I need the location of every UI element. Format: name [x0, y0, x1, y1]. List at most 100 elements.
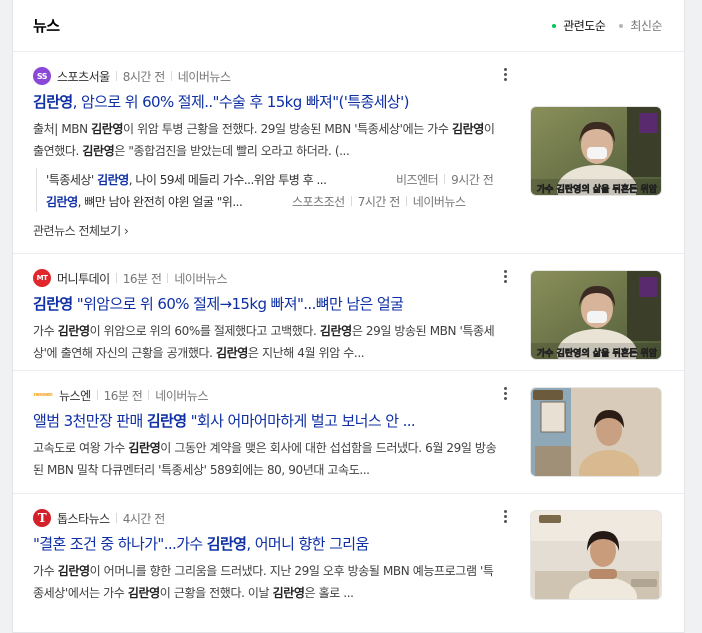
news-item: MT 머니투데이 16분 전 네이버뉴스 김란영 "위암으로 위 60% 절제→…: [13, 254, 684, 371]
title-highlight: 김란영: [206, 535, 247, 553]
related-title-highlight: 김란영: [97, 172, 129, 187]
naver-news-link[interactable]: 네이버뉴스: [174, 270, 227, 287]
press-info: MT 머니투데이 16분 전 네이버뉴스: [33, 268, 513, 288]
related-title-highlight: 김란영: [46, 194, 78, 209]
press-name[interactable]: 톱스타뉴스: [57, 510, 110, 527]
title-text: "회사 어마어마하게 벌고 보너스 안 ...: [186, 412, 416, 430]
section-title: 뉴스: [33, 17, 60, 35]
related-press-name[interactable]: 비즈엔터: [396, 171, 439, 188]
article-time: 8시간 전: [122, 69, 166, 84]
article-title-link[interactable]: "결혼 조건 중 하나가"...가수 김란영, 어머니 향한 그리움: [33, 534, 503, 554]
press-info: SS 스포츠서울 8시간 전 네이버뉴스: [33, 66, 513, 86]
desc-text: 출처| MBN: [33, 122, 92, 136]
desc-text: 이 위암으로 위의 60%를 절제했다고 고백했다.: [89, 324, 320, 338]
desc-text: 은 "종합검진을 받았는데 빨리 오라고 하더라. (...: [114, 144, 350, 158]
thumbnail-image: 가수 김란영의 삶을 뒤흔든 위암: [531, 107, 661, 195]
article-thumbnail[interactable]: [530, 387, 662, 477]
desc-highlight: 김란영: [57, 324, 90, 338]
related-news-item: 김란영, 뼈만 남아 완전히 야윈 얼굴 "위... 스포츠조선 7시간 전 네…: [46, 190, 513, 212]
news-item: newsen 뉴스엔 16분 전 네이버뉴스 앨범 3천만장 판매 김란영 "회…: [13, 371, 684, 494]
naver-news-link[interactable]: 네이버뉴스: [413, 193, 466, 210]
thumbnail-image: 가수 김란영의 삶을 뒤흔든 위암: [531, 271, 661, 359]
sort-latest-option[interactable]: 최신순: [619, 17, 662, 34]
desc-highlight: 김란영: [451, 122, 484, 136]
press-info: T 톱스타뉴스 4시간 전: [33, 508, 513, 528]
desc-highlight: 김란영: [319, 324, 352, 338]
desc-highlight: 김란영: [127, 586, 160, 600]
title-text: "결혼 조건 중 하나가"...가수: [33, 535, 207, 553]
naver-news-link[interactable]: 네이버뉴스: [178, 68, 231, 85]
all-related-news-link[interactable]: 관련뉴스 전체보기 ›: [33, 218, 513, 242]
article-title-link[interactable]: 김란영, 암으로 위 60% 절제.."수술 후 15kg 빠져"('특종세상'…: [33, 92, 503, 112]
article-time: 16분 전: [122, 271, 162, 286]
press-name[interactable]: 머니투데이: [57, 270, 110, 287]
sort-options: 관련도순 최신순: [552, 17, 662, 34]
news-panel: 뉴스 관련도순 최신순 SS 스포츠서울 8시간 전 네이버뉴스 김란영, 암으…: [12, 0, 685, 633]
article-time: 4시간 전: [122, 511, 166, 526]
related-press-name[interactable]: 스포츠조선: [292, 193, 345, 210]
related-title-text: '특종세상': [46, 172, 98, 187]
desc-text: 가수: [33, 564, 58, 578]
press-info: newsen 뉴스엔 16분 전 네이버뉴스: [33, 385, 513, 405]
article-time: 16분 전: [103, 388, 143, 403]
related-news-item: '특종세상' 김란영, 나이 59세 메들리 가수...위암 투병 후 ... …: [46, 168, 513, 190]
article-description[interactable]: 가수 김란영이 위암으로 위의 60%를 절제했다고 고백했다. 김란영은 29…: [33, 320, 503, 364]
related-time: 9시간 전: [451, 172, 494, 187]
article-title-link[interactable]: 앨범 3천만장 판매 김란영 "회사 어마어마하게 벌고 보너스 안 ...: [33, 411, 503, 431]
related-title-text: , 뼈만 남아 완전히 야윈 얼굴 "위...: [77, 194, 243, 209]
title-text: 앨범 3천만장 판매: [33, 412, 147, 430]
desc-text: 고속도로 여왕 가수: [33, 441, 129, 455]
svg-text:가수 김란영의 삶을 뒤흔든 위암: 가수 김란영의 삶을 뒤흔든 위암: [537, 347, 658, 359]
desc-text: 가수: [33, 324, 58, 338]
naver-news-link[interactable]: 네이버뉴스: [155, 387, 208, 404]
sort-related-label: 관련도순: [563, 19, 606, 33]
desc-highlight: 김란영: [82, 144, 115, 158]
related-news-title-link[interactable]: 김란영, 뼈만 남아 완전히 야윈 얼굴 "위...: [46, 193, 280, 210]
title-text: , 어머니 향한 그리움: [246, 535, 369, 553]
thumbnail-image: [531, 511, 661, 599]
sort-related-option[interactable]: 관련도순: [552, 17, 606, 34]
more-options-icon[interactable]: [497, 508, 513, 524]
related-news-list: '특종세상' 김란영, 나이 59세 메들리 가수...위암 투병 후 ... …: [36, 168, 513, 212]
thumbnail-image: [531, 388, 661, 476]
article-description[interactable]: 고속도로 여왕 가수 김란영이 그동안 계약을 맺은 회사에 대한 섭섭함을 드…: [33, 437, 503, 481]
article-thumbnail[interactable]: 가수 김란영의 삶을 뒤흔든 위암: [530, 270, 662, 360]
title-highlight: 김란영: [33, 93, 73, 111]
press-logo[interactable]: SS: [33, 67, 51, 85]
article-description[interactable]: 출처| MBN 김란영이 위암 투병 근황을 전했다. 29일 방송된 MBN …: [33, 118, 503, 162]
press-logo[interactable]: MT: [33, 269, 51, 287]
more-options-icon[interactable]: [497, 66, 513, 82]
title-highlight: 김란영: [146, 412, 187, 430]
desc-highlight: 김란영: [57, 564, 90, 578]
article-thumbnail[interactable]: [530, 510, 662, 600]
more-options-icon[interactable]: [497, 385, 513, 401]
title-text: , 암으로 위 60% 절제.."수술 후 15kg 빠져"('특종세상'): [72, 93, 410, 111]
article-thumbnail[interactable]: 가수 김란영의 삶을 뒤흔든 위암: [530, 106, 662, 196]
desc-text: 은 지난해 4월 위암 수...: [247, 346, 365, 360]
svg-text:가수 김란영의 삶을 뒤흔든 위암: 가수 김란영의 삶을 뒤흔든 위암: [537, 183, 658, 195]
desc-highlight: 김란영: [128, 441, 161, 455]
title-highlight: 김란영: [33, 295, 73, 313]
title-text: "위암으로 위 60% 절제→15kg 빠져"...뼈만 남은 얼굴: [72, 295, 404, 313]
desc-text: 이 위암 투병 근황을 전했다. 29일 방송된 MBN '특종세상'에는 가수: [123, 122, 452, 136]
article-description[interactable]: 가수 김란영이 어머니를 향한 그리움을 드러냈다. 지난 29일 오후 방송될…: [33, 560, 503, 604]
news-section-header: 뉴스 관련도순 최신순: [13, 0, 684, 52]
desc-text: 은 홀로 ...: [304, 586, 354, 600]
related-news-title-link[interactable]: '특종세상' 김란영, 나이 59세 메들리 가수...위암 투병 후 ...: [46, 171, 384, 188]
news-item: T 톱스타뉴스 4시간 전 "결혼 조건 중 하나가"...가수 김란영, 어머…: [13, 494, 684, 618]
press-name[interactable]: 스포츠서울: [57, 68, 110, 85]
unselected-dot-icon: [619, 23, 624, 28]
desc-highlight: 김란영: [272, 586, 305, 600]
press-name[interactable]: 뉴스엔: [59, 387, 91, 404]
more-options-icon[interactable]: [497, 268, 513, 284]
sort-latest-label: 최신순: [630, 19, 662, 33]
related-title-text: , 나이 59세 메들리 가수...위암 투병 후 ...: [128, 172, 327, 187]
news-item: SS 스포츠서울 8시간 전 네이버뉴스 김란영, 암으로 위 60% 절제..…: [13, 52, 684, 254]
press-logo[interactable]: T: [33, 509, 51, 527]
article-title-link[interactable]: 김란영 "위암으로 위 60% 절제→15kg 빠져"...뼈만 남은 얼굴: [33, 294, 503, 314]
desc-highlight: 김란영: [91, 122, 124, 136]
press-logo[interactable]: newsen: [33, 386, 53, 404]
selected-dot-icon: [552, 23, 557, 28]
desc-text: 이 근황을 전했다. 이날: [159, 586, 273, 600]
desc-highlight: 김란영: [216, 346, 248, 360]
